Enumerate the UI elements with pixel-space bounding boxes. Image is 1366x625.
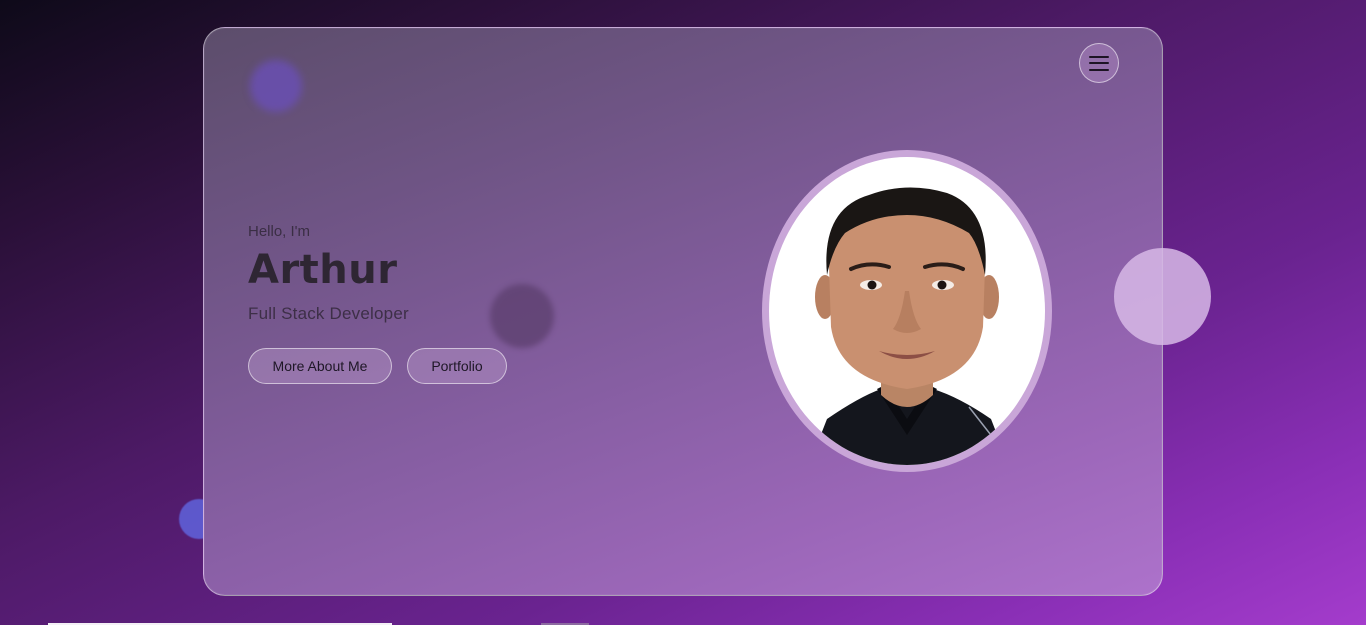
profile-photo [769,157,1045,465]
portfolio-button[interactable]: Portfolio [407,348,507,384]
hero-name: Arthur [248,247,398,293]
hero-role: Full Stack Developer [248,304,409,323]
hero-actions: More About Me Portfolio [248,348,507,384]
decorative-bubble-light [1114,248,1211,345]
menu-button[interactable] [1079,43,1119,83]
hero-card: Hello, I'm Arthur Full Stack Developer M… [203,27,1163,596]
decorative-blob-purple [250,60,302,112]
portrait-illustration [809,187,1009,465]
hero-intro: Hello, I'm Arthur Full Stack Developer M… [248,223,507,384]
hamburger-menu-icon [1089,55,1109,71]
greeting-text: Hello, I'm [248,223,311,240]
profile-photo-frame [762,150,1052,472]
more-about-me-button[interactable]: More About Me [248,348,392,384]
